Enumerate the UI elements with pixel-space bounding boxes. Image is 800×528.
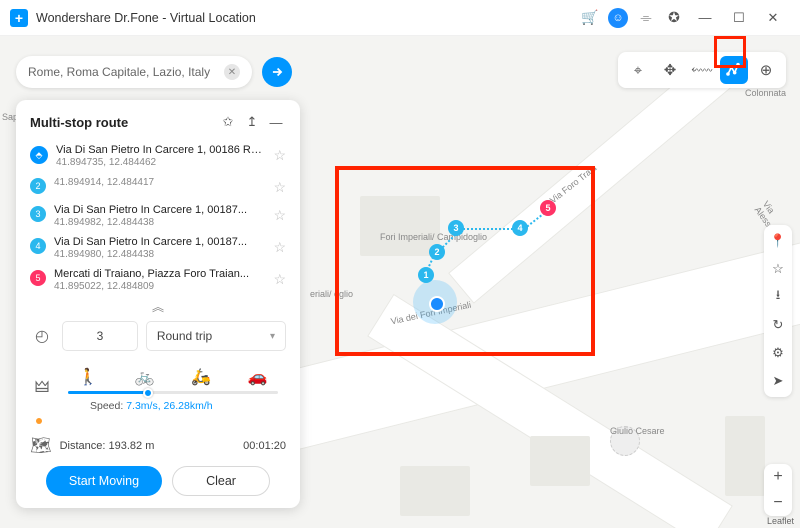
stop-number-icon: 2: [30, 178, 46, 194]
zoom-controls: + −: [764, 464, 792, 516]
stop-address: Via Di San Pietro In Carcere 1, 00187...: [54, 204, 265, 216]
zoom-out-button[interactable]: −: [764, 490, 792, 516]
chevron-down-icon: ▾: [270, 331, 275, 342]
distance-label: Distance:: [60, 440, 106, 452]
speed-gauge-icon: 🜲: [30, 369, 54, 402]
favorite-route-icon[interactable]: ✩: [218, 112, 238, 132]
stop-address: Via Di San Pietro In Carcere 1, 00186 Ro…: [56, 144, 265, 156]
variation-toggle-dot[interactable]: [36, 418, 42, 424]
stop-favorite-icon[interactable]: ☆: [273, 239, 286, 256]
minimize-button[interactable]: —: [688, 4, 722, 32]
search-go-button[interactable]: [262, 57, 292, 87]
settings-icon[interactable]: ⚙: [767, 342, 789, 364]
collapse-stops-icon[interactable]: ︽: [30, 298, 286, 315]
one-stop-mode-button[interactable]: ⬳: [688, 56, 716, 84]
route-stop-row[interactable]: 2 41.894914, 12.484417 ☆: [30, 172, 286, 200]
distance-value: 193.82 m: [109, 440, 155, 452]
stop-favorite-icon[interactable]: ☆: [273, 271, 286, 288]
jump-teleport-button[interactable]: ⊕: [752, 56, 780, 84]
stop-coords: 41.894914, 12.484417: [54, 177, 265, 188]
repeat-icon: ◴: [30, 321, 54, 351]
maximize-button[interactable]: ☐: [722, 4, 756, 32]
app-icon: +: [10, 9, 28, 27]
cart-icon[interactable]: 🛒: [576, 4, 604, 32]
route-stop-row[interactable]: 5 Mercati di Traiano, Piazza Foro Traian…: [30, 264, 286, 296]
discord-icon[interactable]: ✪: [660, 4, 688, 32]
search-input[interactable]: [28, 65, 224, 79]
clear-button[interactable]: Clear: [172, 466, 270, 496]
import-icon[interactable]: ⭳: [767, 286, 789, 308]
stop-coords: 41.894982, 12.484438: [54, 217, 265, 228]
start-moving-button[interactable]: Start Moving: [46, 466, 162, 496]
side-toolbar: 📍 ☆ ⭳ ↻ ⚙ ➤: [764, 225, 792, 397]
car-icon[interactable]: 🚗: [248, 367, 268, 387]
route-stop-row[interactable]: 3 Via Di San Pietro In Carcere 1, 00187.…: [30, 200, 286, 232]
clear-search-icon[interactable]: ✕: [224, 64, 240, 80]
speed-value: 7.3m/s, 26.28km/h: [126, 400, 212, 412]
app-title: Wondershare Dr.Fone - Virtual Location: [36, 11, 256, 25]
repeat-count-input[interactable]: 3: [62, 321, 138, 351]
teleport-mode-button[interactable]: ⌖: [624, 56, 652, 84]
route-stop-row[interactable]: ⬘ Via Di San Pietro In Carcere 1, 00186 …: [30, 140, 286, 172]
title-bar: + Wondershare Dr.Fone - Virtual Location…: [0, 0, 800, 36]
bike-icon[interactable]: 🚲: [135, 367, 155, 387]
joystick-mode-button[interactable]: ✥: [656, 56, 684, 84]
stop-number-icon: 3: [30, 206, 46, 222]
stop-favorite-icon[interactable]: ☆: [273, 207, 286, 224]
stop-address: Mercati di Traiano, Piazza Foro Traian..…: [54, 268, 265, 280]
speed-slider[interactable]: [68, 391, 278, 394]
stop-favorite-icon[interactable]: ☆: [273, 179, 286, 196]
route-panel: Multi-stop route ✩ ↥ — ⬘ Via Di San Piet…: [16, 100, 300, 508]
stop-address: Via Di San Pietro In Carcere 1, 00187...: [54, 236, 265, 248]
highlight-route-box: [335, 166, 595, 356]
route-stop-row[interactable]: 4 Via Di San Pietro In Carcere 1, 00187.…: [30, 232, 286, 264]
export-route-icon[interactable]: ↥: [242, 112, 262, 132]
stop-number-icon: 5: [30, 270, 46, 286]
stop-favorite-icon[interactable]: ☆: [273, 147, 286, 164]
map-label: Colonnata: [745, 88, 786, 98]
user-avatar[interactable]: ☺: [608, 8, 628, 28]
panel-title: Multi-stop route: [30, 115, 214, 130]
headset-icon[interactable]: ⌯: [632, 4, 660, 32]
route-map-icon: 🗺: [30, 436, 52, 456]
stop-coords: 41.894735, 12.484462: [56, 157, 265, 168]
collapse-panel-icon[interactable]: —: [266, 112, 286, 132]
duration-value: 00:01:20: [243, 440, 286, 452]
locate-icon[interactable]: ➤: [767, 370, 789, 392]
walk-icon[interactable]: 🚶: [78, 367, 98, 387]
zoom-in-button[interactable]: +: [764, 464, 792, 490]
mode-toolbar: ⌖ ✥ ⬳ ⊕: [618, 52, 786, 88]
scooter-icon[interactable]: 🛵: [191, 367, 211, 387]
map-label: Giulio Cesare: [610, 426, 665, 436]
favorite-icon[interactable]: ☆: [767, 258, 789, 280]
google-maps-icon[interactable]: 📍: [767, 230, 789, 252]
stop-start-icon: ⬘: [30, 146, 48, 164]
stop-coords: 41.894980, 12.484438: [54, 249, 265, 260]
trip-mode-select[interactable]: Round trip ▾: [146, 321, 286, 351]
trip-mode-value: Round trip: [157, 329, 212, 343]
leaflet-attribution[interactable]: Leaflet: [767, 516, 794, 526]
history-icon[interactable]: ↻: [767, 314, 789, 336]
speed-label: Speed:: [90, 400, 123, 412]
search-box[interactable]: ✕: [16, 56, 252, 88]
highlight-mode-box: [714, 36, 746, 68]
stop-coords: 41.895022, 12.484809: [54, 281, 265, 292]
close-button[interactable]: ✕: [756, 4, 790, 32]
stop-number-icon: 4: [30, 238, 46, 254]
